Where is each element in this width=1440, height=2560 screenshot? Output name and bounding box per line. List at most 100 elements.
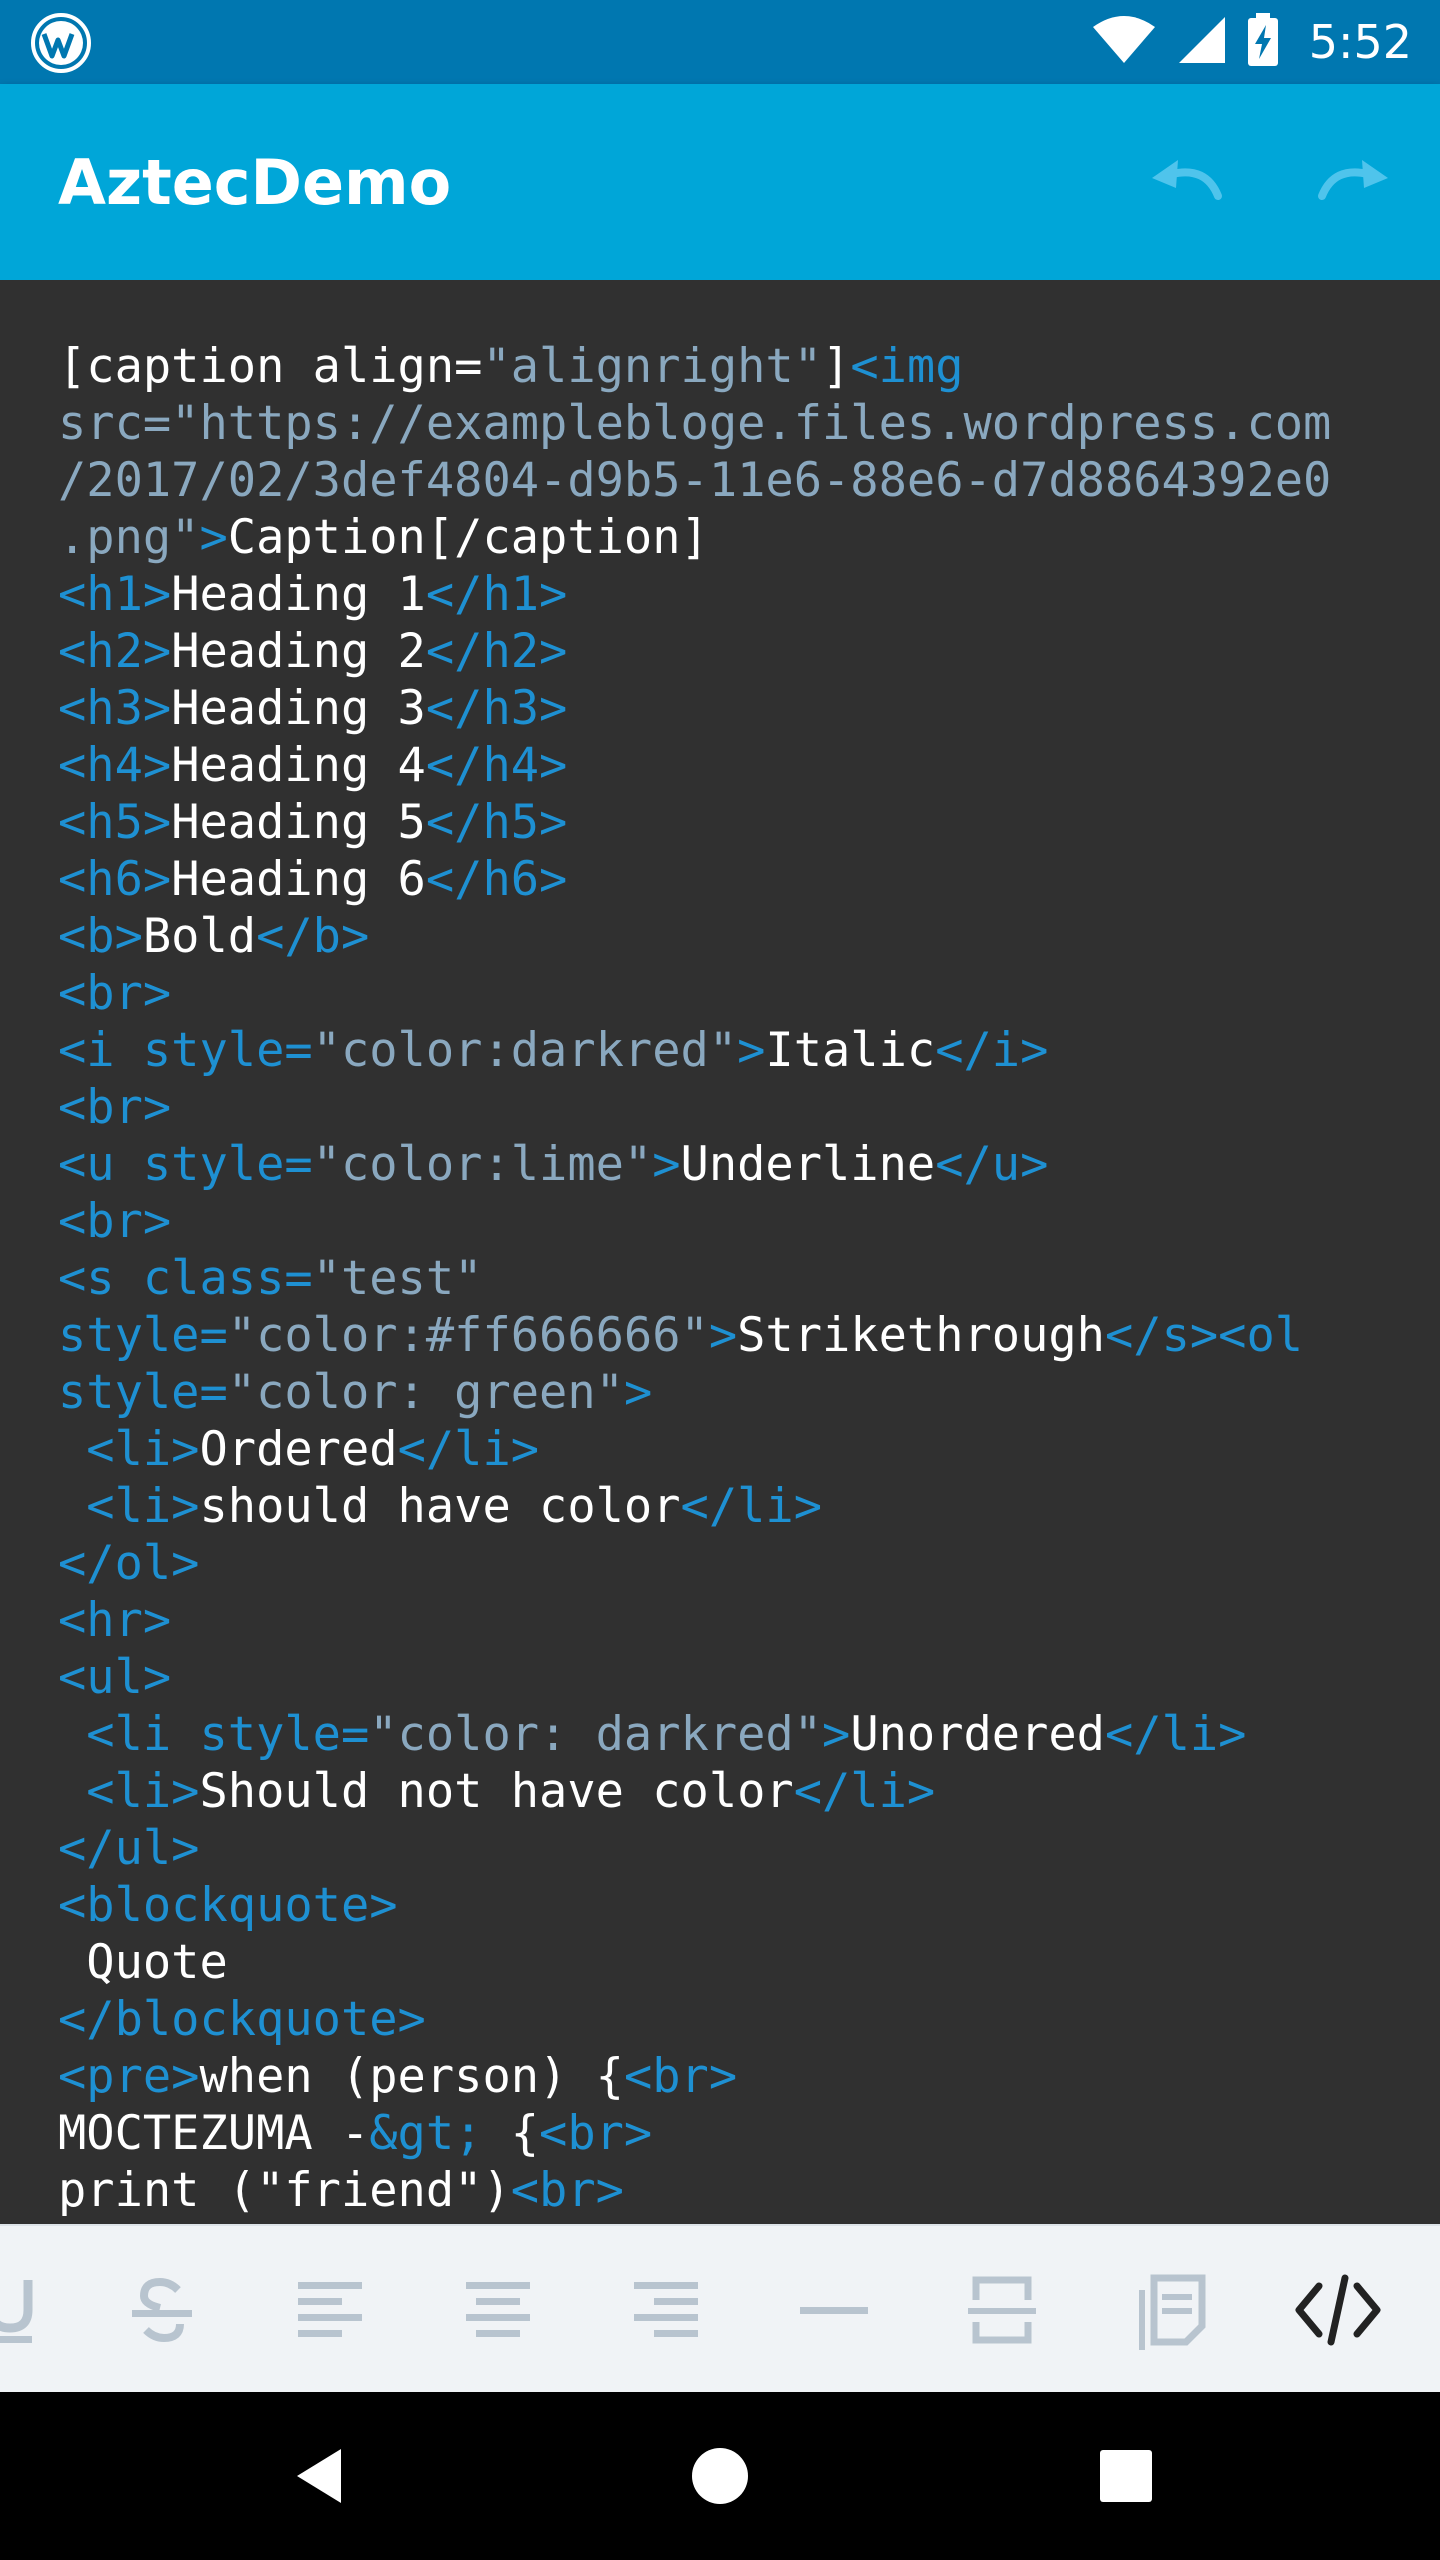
source-tag: <h6> xyxy=(58,852,172,907)
source-line: </blockquote> xyxy=(58,1992,426,2047)
source-tag: <h2> xyxy=(58,624,172,679)
back-button[interactable] xyxy=(270,2426,370,2526)
source-tag: > xyxy=(822,1707,851,1762)
undo-button[interactable] xyxy=(1136,132,1236,232)
source-tag: </li> xyxy=(793,1764,936,1819)
source-text: Heading 1 xyxy=(171,567,426,622)
source-line: <u style="color:lime">Underline</u> xyxy=(58,1137,1048,1192)
source-tag: <br> xyxy=(58,966,172,1021)
source-text: Bold xyxy=(142,909,257,964)
status-bar: 5:52 xyxy=(0,0,1440,84)
more-button[interactable] xyxy=(952,2260,1052,2360)
source-text: Underline xyxy=(680,1137,936,1192)
source-line: <pre>when (person) {<br> xyxy=(58,2049,737,2104)
source-line: print ("friend")<br> xyxy=(58,2163,624,2218)
app-bar: AztecDemo xyxy=(0,84,1440,280)
html-source-icon xyxy=(1295,2274,1381,2346)
app-title: AztecDemo xyxy=(58,145,452,219)
source-attribute: "color:lime" xyxy=(312,1137,653,1192)
source-line: <li>Ordered</li> xyxy=(58,1422,539,1477)
html-source-button[interactable] xyxy=(1288,2260,1388,2360)
source-tag: </h4> xyxy=(425,738,568,793)
source-tag: </h1> xyxy=(425,567,568,622)
source-line: <li>should have color</li> xyxy=(58,1479,822,1534)
source-text: print ("friend") xyxy=(58,2163,511,2218)
source-text: Unordered xyxy=(850,1707,1105,1762)
source-tag: <h4> xyxy=(58,738,172,793)
source-tag: <br> xyxy=(539,2106,653,2161)
strikethrough-icon xyxy=(132,2277,192,2343)
source-tag: </s><ol xyxy=(1104,1308,1304,1363)
source-text: MOCTEZUMA - xyxy=(58,2106,370,2161)
html-source-editor[interactable]: [caption align="alignright"]<img src="ht… xyxy=(0,280,1440,2224)
source-line: <h3>Heading 3</h3> xyxy=(58,681,567,736)
source-text: should have color xyxy=(199,1479,681,1534)
source-text: Italic xyxy=(765,1023,936,1078)
redo-icon xyxy=(1318,160,1388,200)
format-toolbar xyxy=(0,2224,1440,2394)
page-break-button[interactable] xyxy=(1120,2260,1220,2360)
source-tag: </ol> xyxy=(58,1536,200,1591)
source-line: </ul> xyxy=(58,1821,199,1876)
strikethrough-button[interactable] xyxy=(112,2260,212,2360)
source-tag: </u> xyxy=(935,1137,1049,1192)
source-tag: <u style= xyxy=(58,1137,313,1192)
source-tag: <br> xyxy=(510,2163,624,2218)
source-tag: <li style= xyxy=(58,1707,370,1762)
source-line: <h4>Heading 4</h4> xyxy=(58,738,567,793)
horizontal-rule-button[interactable] xyxy=(784,2260,884,2360)
source-line: <i style="color:darkred">Italic</i> xyxy=(58,1023,1048,1078)
source-line: style="color: green"> xyxy=(58,1365,652,1420)
align-right-button[interactable] xyxy=(616,2260,716,2360)
home-icon xyxy=(692,2448,748,2504)
align-right-icon xyxy=(634,2282,698,2337)
source-line: <li>Should not have color</li> xyxy=(58,1764,935,1819)
source-text: when (person) { xyxy=(199,2049,624,2104)
page-break-icon xyxy=(1139,2274,1206,2350)
source-text: ] xyxy=(822,339,851,394)
source-tag: > xyxy=(708,1308,738,1363)
source-line: style="color:#ff666666">Strikethrough</s… xyxy=(58,1308,1303,1363)
recents-button[interactable] xyxy=(1076,2426,1176,2526)
source-line: <br> xyxy=(58,966,171,1021)
source-tag: </ul> xyxy=(58,1821,200,1876)
align-center-button[interactable] xyxy=(448,2260,548,2360)
source-text: Strikethrough xyxy=(737,1308,1105,1363)
source-attribute: /2017/02/3def4804-d9b5-11e6-88e6-d7d8864… xyxy=(58,453,1332,508)
horizontal-rule-icon xyxy=(800,2307,868,2314)
source-tag: <br> xyxy=(58,1080,172,1135)
source-line: Quote xyxy=(58,1935,228,1990)
source-tag: <br> xyxy=(623,2049,738,2104)
signal-icon xyxy=(1177,15,1227,69)
source-tag: </li> xyxy=(1104,1707,1247,1762)
source-text: Heading 3 xyxy=(171,681,426,736)
source-attribute: .png" xyxy=(58,510,200,565)
align-center-icon xyxy=(466,2282,530,2337)
source-line: .png">Caption[/caption] xyxy=(58,510,709,565)
source-line: [caption align="alignright"]<img xyxy=(58,339,964,394)
redo-button[interactable] xyxy=(1304,132,1404,232)
source-tag: <h5> xyxy=(58,795,172,850)
source-tag: <s class= xyxy=(58,1251,313,1306)
source-line: <b>Bold</b> xyxy=(58,909,369,964)
source-line: <h1>Heading 1</h1> xyxy=(58,567,567,622)
back-icon xyxy=(297,2449,341,2503)
source-tag: <i style= xyxy=(58,1023,313,1078)
source-tag: style= xyxy=(58,1308,228,1363)
recents-icon xyxy=(1100,2450,1152,2502)
source-attribute: "color:#ff666666" xyxy=(227,1308,709,1363)
source-tag: </h5> xyxy=(425,795,568,850)
source-tag: <img xyxy=(850,339,964,394)
home-button[interactable] xyxy=(670,2426,770,2526)
underline-button[interactable] xyxy=(0,2260,60,2360)
source-text: Should not have color xyxy=(199,1764,794,1819)
source-line: <hr> xyxy=(58,1593,171,1648)
source-attribute: src="https://examplebloge.files.wordpres… xyxy=(58,396,1332,451)
source-tag: <br> xyxy=(58,1194,172,1249)
source-line: <blockquote> xyxy=(58,1878,398,1933)
source-tag: <hr> xyxy=(58,1593,172,1648)
source-line: MOCTEZUMA -&gt; {<br> xyxy=(58,2106,652,2161)
html-source-text[interactable]: [caption align="alignright"]<img src="ht… xyxy=(58,338,1331,2219)
source-line: <h6>Heading 6</h6> xyxy=(58,852,567,907)
align-left-button[interactable] xyxy=(280,2260,380,2360)
